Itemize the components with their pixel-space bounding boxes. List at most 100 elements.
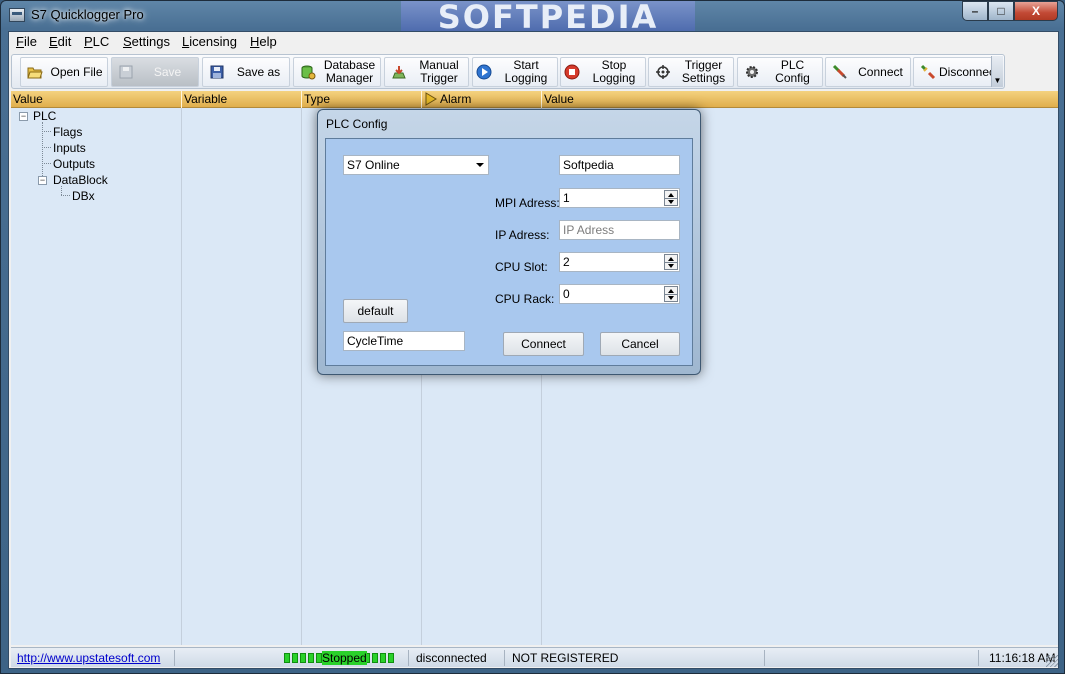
trigger-settings-line1: Trigger [684,58,723,72]
toolbar-overflow-chevron[interactable]: ▼ [991,56,1003,87]
status-divider [978,650,979,666]
title-bar[interactable]: S7 Quicklogger Pro SOFTPEDIA – □ X [1,1,1064,31]
website-link[interactable]: http://www.upstatesoft.com [17,651,160,665]
ip-address-field[interactable]: IP Adress [559,220,680,240]
status-divider [504,650,505,666]
manual-trigger-line1: Manual [419,58,459,72]
logging-state: Stopped [322,651,367,665]
tree-collapse-toggle[interactable]: − [19,112,28,121]
menu-plc[interactable]: PLC [84,34,109,49]
tree-node-plc[interactable]: PLC [33,109,56,123]
play-icon [476,64,492,80]
maximize-button[interactable]: □ [988,1,1014,21]
alarm-icon [425,92,437,106]
default-button[interactable]: default [343,299,408,323]
menu-help[interactable]: Help [250,34,277,49]
start-logging-button[interactable]: Start Logging [472,57,558,87]
stop-logging-button[interactable]: Stop Logging [560,57,646,87]
minimize-button[interactable]: – [962,1,988,21]
menu-licensing[interactable]: Licensing [182,34,237,49]
tree-node-dbx[interactable]: DBx [72,189,95,203]
spinner-arrows-icon[interactable] [664,286,678,302]
registration-status: NOT REGISTERED [512,651,619,665]
column-header-variable[interactable]: Variable [184,92,227,106]
connect-label: Connect [858,64,903,79]
database-manager-label: Database Manager [319,59,380,85]
tree-node-inputs[interactable]: Inputs [53,141,86,155]
column-divider[interactable] [421,91,422,108]
trigger-settings-label: Trigger Settings [674,59,733,85]
dialog-cancel-button[interactable]: Cancel [600,332,680,356]
connection-type-value: S7 Online [347,158,400,172]
trigger-settings-button[interactable]: Trigger Settings [648,57,734,87]
chevron-down-icon [476,163,484,167]
cpu-slot-label: CPU Slot: [495,260,548,274]
manual-trigger-label: Manual Trigger [410,59,468,85]
toolbar: Open File Save Save as Database Manager M… [11,54,1005,89]
menu-plc-label: LC [92,34,110,49]
mpi-address-value: 1 [563,191,570,205]
plc-name-field[interactable]: Softpedia [559,155,680,175]
mpi-address-stepper[interactable]: 1 [559,188,680,208]
mpi-label: MPI Adress: [495,196,560,210]
plc-config-button[interactable]: PLC Config [737,57,823,87]
database-icon [300,64,316,80]
tree-node-datablock[interactable]: DataBlock [53,173,108,187]
database-manager-button[interactable]: Database Manager [293,57,381,87]
resize-grip[interactable] [1046,655,1058,667]
save-as-icon [209,64,225,80]
spinner-arrows-icon[interactable] [664,190,678,206]
connection-type-select[interactable]: S7 Online [343,155,489,175]
disconnect-button[interactable]: Disconnect [913,57,999,87]
close-button[interactable]: X [1014,1,1058,21]
tree-line [42,147,51,148]
manual-trigger-button[interactable]: Manual Trigger [384,57,469,87]
menu-licensing-label: icensing [189,34,237,49]
column-header-value[interactable]: Value [13,92,43,106]
menu-file-label: ile [23,34,37,49]
tree-node-flags[interactable]: Flags [53,125,82,139]
manual-trigger-icon [391,64,407,80]
disconnect-label: Disconnect [939,64,999,79]
column-divider[interactable] [301,91,302,108]
column-divider[interactable] [181,91,182,108]
cpu-rack-stepper[interactable]: 0 [559,284,680,304]
status-bar: http://www.upstatesoft.com Stopped disco… [11,647,1058,667]
connection-status: disconnected [416,651,487,665]
menu-file[interactable]: File [16,34,37,49]
save-icon [118,64,134,80]
manual-trigger-line2: Trigger [420,71,458,85]
column-divider[interactable] [541,91,542,108]
column-line [181,108,182,645]
status-divider [408,650,409,666]
dialog-connect-button[interactable]: Connect [503,332,584,356]
cpu-slot-stepper[interactable]: 2 [559,252,680,272]
ip-label: IP Adress: [495,228,550,242]
gear-icon [744,64,760,80]
open-file-label: Open File [50,64,103,79]
column-header-value-2[interactable]: Value [544,92,574,106]
cycletime-field[interactable]: CycleTime [343,331,465,351]
column-header-alarm[interactable]: Alarm [424,92,471,106]
column-header-alarm-label: Alarm [440,92,472,106]
menu-edit-accel: E [49,34,58,49]
plc-config-label: PLC Config [775,58,810,85]
save-button[interactable]: Save [111,57,199,87]
tree-node-outputs[interactable]: Outputs [53,157,95,171]
tree-line [61,186,62,195]
connect-button[interactable]: Connect [825,57,911,87]
menu-edit-label: dit [57,34,72,49]
tree-line [42,131,51,132]
window-title: S7 Quicklogger Pro [31,7,144,22]
plug-connect-icon [832,64,848,80]
save-as-button[interactable]: Save as [202,57,290,87]
menu-edit[interactable]: Edit [49,34,71,49]
plug-disconnect-icon [920,64,936,80]
column-header-type[interactable]: Type [304,92,330,106]
save-label: Save [153,64,182,79]
menu-settings[interactable]: Settings [123,34,170,49]
tree-line [42,163,51,164]
spinner-arrows-icon[interactable] [664,254,678,270]
tree-collapse-toggle[interactable]: − [38,176,47,185]
open-file-button[interactable]: Open File [20,57,108,87]
